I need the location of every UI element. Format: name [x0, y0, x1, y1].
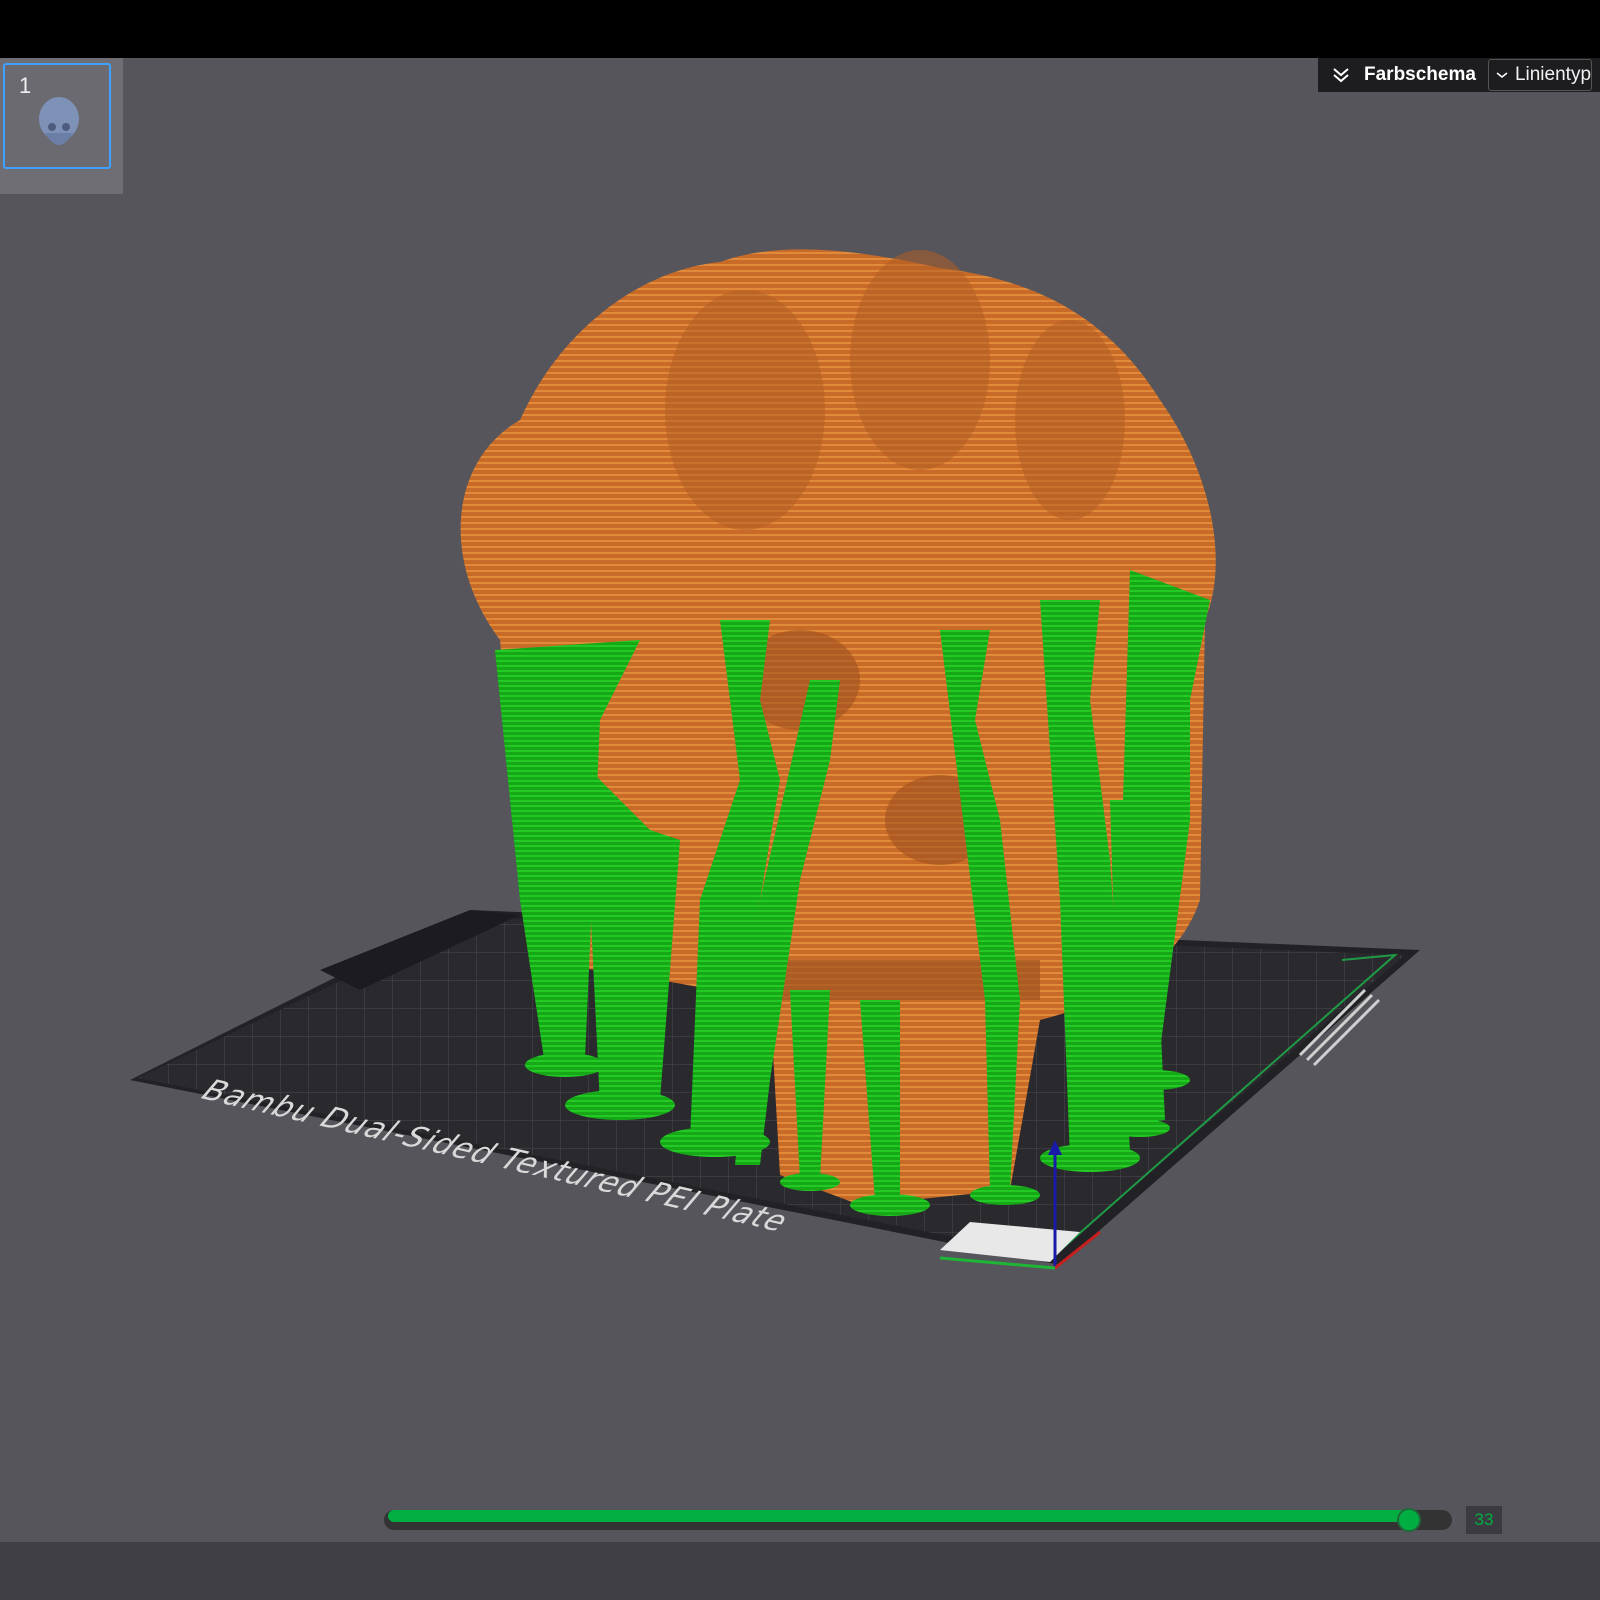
- layer-slider-value: 33: [1466, 1506, 1502, 1534]
- layer-slider[interactable]: 33: [384, 1506, 1506, 1534]
- color-scheme-button[interactable]: Farbschema: [1318, 58, 1486, 92]
- line-type-label: Linientyp: [1514, 64, 1592, 85]
- double-chevron-down-icon: [1333, 68, 1349, 83]
- plate-number: 1: [19, 73, 32, 98]
- color-scheme-label: Farbschema: [1364, 64, 1476, 85]
- chevron-down-icon: [1496, 72, 1508, 78]
- plate-list-panel: 1: [0, 58, 123, 194]
- plate-model-preview: [39, 97, 79, 145]
- line-type-dropdown[interactable]: Linientyp: [1487, 59, 1593, 91]
- layer-slider-fill: [388, 1510, 1409, 1522]
- plate-thumbnail[interactable]: 1: [3, 63, 111, 169]
- bottom-bar: [0, 1542, 1600, 1600]
- 3d-viewport[interactable]: Bambu Dual-Sided Textured PEI Plate: [0, 0, 1600, 1600]
- color-scheme-toolbar: Farbschema Linientyp: [1318, 58, 1600, 92]
- layer-slider-handle[interactable]: [1397, 1508, 1421, 1532]
